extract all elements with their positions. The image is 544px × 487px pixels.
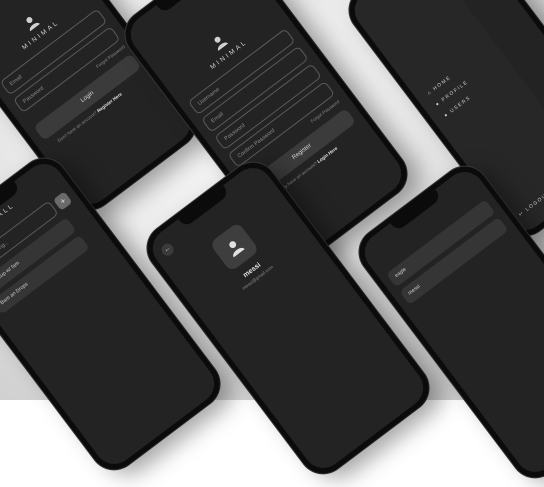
person-icon — [229, 241, 245, 258]
login-button[interactable]: Login — [33, 53, 142, 142]
add-post-button[interactable]: + — [52, 191, 73, 211]
brand-title: MINIMAL — [20, 19, 61, 52]
person-icon — [214, 36, 229, 51]
profile-name: messi — [242, 261, 263, 280]
back-button[interactable]: ← — [159, 241, 177, 259]
person-icon — [26, 17, 40, 32]
notch — [156, 0, 208, 14]
